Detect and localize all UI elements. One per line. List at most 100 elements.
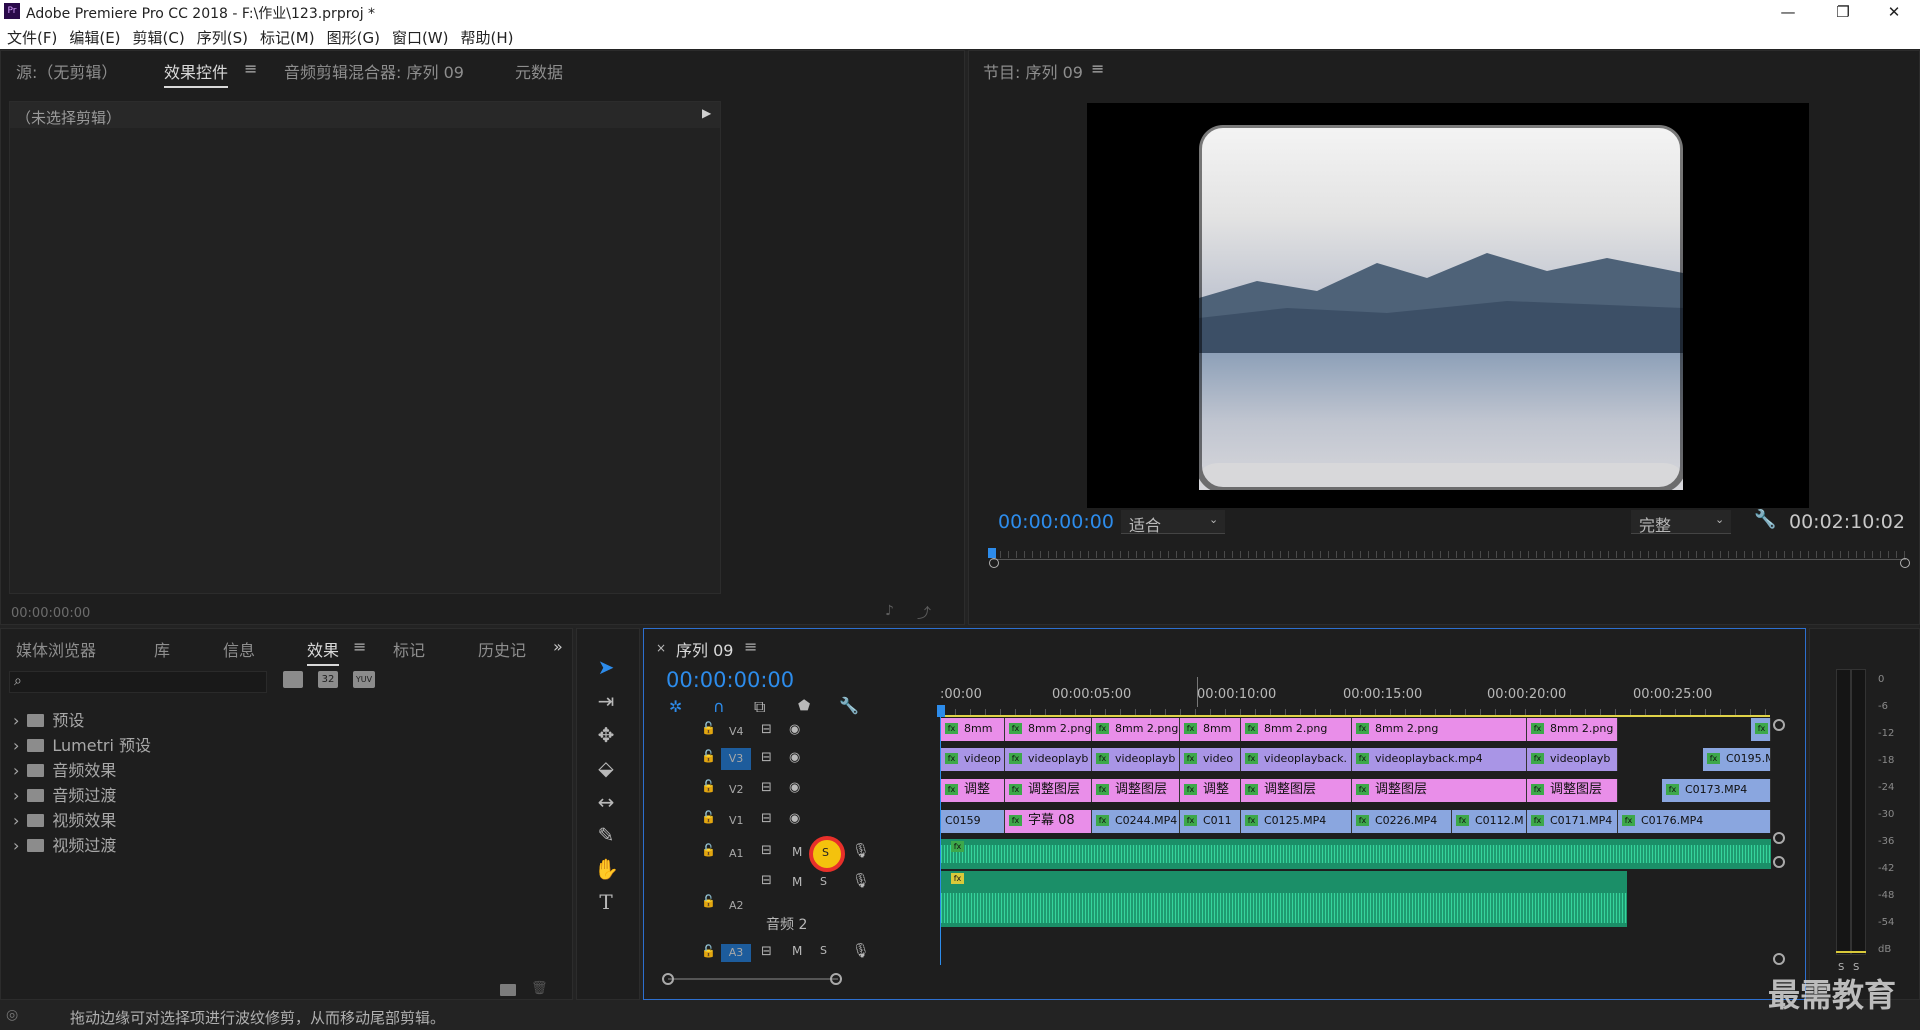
solo-button[interactable]: S [820,875,827,888]
track-label[interactable]: V4 [729,725,744,738]
add-marker-icon[interactable]: ⬟ [798,698,810,714]
type-tool-icon[interactable]: T [594,890,618,914]
scrub-start-handle[interactable] [989,558,999,568]
tab-source[interactable]: 源:（无剪辑） [16,59,117,83]
clip[interactable]: fx C0244.MP4 [1092,810,1180,833]
minimize-button[interactable]: — [1765,0,1811,24]
track-select-tool-icon[interactable]: ⇥ [594,689,618,713]
sync-lock-icon[interactable]: ⊟ [761,750,772,765]
yuv-effects-icon[interactable]: YUV [353,671,375,688]
clip[interactable]: fx 调整图层 [1352,779,1527,802]
voiceover-mic-icon[interactable]: 🎙 [852,843,870,859]
header-zoom-scroll[interactable] [662,972,842,986]
eye-icon[interactable]: ◉ [789,811,800,826]
restore-button[interactable]: ❐ [1820,0,1866,24]
razor-tool-icon[interactable]: ⬙ [594,756,618,780]
eye-icon[interactable]: ◉ [789,780,800,795]
panel-menu-icon[interactable]: ≡ [244,59,257,78]
tab-libraries[interactable]: 库 [154,637,170,661]
track-label[interactable]: V2 [729,783,744,796]
pen-tool-icon[interactable]: ✎ [594,823,618,847]
mute-button[interactable]: M [792,845,802,859]
nest-sequence-icon[interactable]: ✲ [669,697,682,716]
sync-lock-icon[interactable]: ⊟ [761,873,772,888]
tree-item-audio-effects[interactable]: › 音频效果 [13,757,116,781]
sequence-tab[interactable]: 序列 09 [676,637,733,661]
clip[interactable]: fx 调整图层 [1527,779,1618,802]
sync-lock-icon[interactable]: ⊟ [761,780,772,795]
sequence-menu-icon[interactable]: ≡ [744,637,757,656]
clip[interactable]: fx C0171.MP4 [1527,810,1618,833]
sync-lock-icon[interactable]: ⊟ [761,843,772,858]
solo-button[interactable]: S [820,944,827,957]
clip[interactable]: fx C0125.MP4 [1241,810,1352,833]
menu-window[interactable]: 窗口(W) [385,24,454,48]
clip[interactable]: fx 8mm 2.png [1092,718,1180,741]
tree-item-audio-transitions[interactable]: › 音频过渡 [13,782,116,806]
lock-icon[interactable]: 🔓 [701,843,716,857]
eye-icon[interactable]: ◉ [789,722,800,737]
clip[interactable]: fx 调整图层 [1092,779,1180,802]
program-menu-icon[interactable]: ≡ [1091,59,1104,78]
timeline-timecode[interactable]: 00:00:00:00 [666,668,794,692]
menu-sequence[interactable]: 序列(S) [190,24,253,48]
timeline-ruler[interactable]: :00:00 00:00:05:00 00:00:10:00 00:00:15:… [937,677,1770,717]
track-label[interactable]: A1 [729,847,744,860]
lock-icon[interactable]: 🔓 [701,810,716,824]
linked-selection-icon[interactable]: ⧉ [754,697,765,717]
clip[interactable]: fx 字幕 08 [1005,810,1092,833]
track-label[interactable]: A3 [721,944,751,962]
32-bit-effects-icon[interactable]: 32 [318,671,338,688]
menu-graphics[interactable]: 图形(G) [320,24,385,48]
quality-select[interactable]: 完整 ⌄ [1631,510,1731,535]
clip[interactable]: fx C011 [1180,810,1241,833]
playhead-marker[interactable] [937,705,945,717]
menu-edit[interactable]: 编辑(E) [62,24,125,48]
timeline-settings-icon[interactable]: 🔧 [839,696,859,715]
more-tabs-icon[interactable]: » [553,637,563,656]
clip[interactable]: fx video [1180,748,1241,771]
clip[interactable]: fx 调整 [941,779,1005,802]
accelerated-effects-icon[interactable] [283,671,303,688]
delete-icon[interactable]: 🗑 [531,981,548,996]
solo-button[interactable]: S [822,846,829,859]
lock-icon[interactable]: 🔓 [701,894,716,908]
snap-magnet-icon[interactable]: ∩ [713,697,725,716]
scrub-end-handle[interactable] [1900,558,1910,568]
clip[interactable]: fx videop [941,748,1005,771]
tab-info[interactable]: 信息 [223,637,255,661]
tab-media-browser[interactable]: 媒体浏览器 [16,637,96,661]
voiceover-mic-icon[interactable]: 🎙 [852,873,870,889]
eye-icon[interactable]: ◉ [789,750,800,765]
clip[interactable]: fx 调整 [1180,779,1241,802]
close-sequence-icon[interactable]: × [656,641,666,655]
effects-search-input[interactable]: ⌕ [9,671,267,693]
effects-menu-icon[interactable]: ≡ [353,637,366,656]
program-timecode[interactable]: 00:00:00:00 [998,511,1114,533]
sync-lock-icon[interactable]: ⊟ [761,722,772,737]
menu-marker[interactable]: 标记(M) [253,24,320,48]
tab-audio-clip-mixer[interactable]: 音频剪辑混合器: 序列 09 [284,59,464,83]
mute-button[interactable]: M [792,875,802,889]
clip[interactable]: fx videoplayb [1527,748,1618,771]
track-label[interactable]: V3 [721,748,751,770]
clip[interactable]: fx C0226.MP4 [1352,810,1452,833]
ripple-edit-tool-icon[interactable]: ✥ [594,723,618,747]
tree-item-lumetri[interactable]: › Lumetri 预设 [13,732,151,756]
lock-icon[interactable]: 🔓 [701,749,716,763]
menu-clip[interactable]: 剪辑(C) [126,24,190,48]
clip[interactable]: fx videoplayb [1005,748,1092,771]
mute-button[interactable]: M [792,944,802,958]
clip[interactable]: fx 调整图层 [1241,779,1352,802]
clip[interactable]: fx 8mm 2.png [1352,718,1527,741]
track-label[interactable]: V1 [729,814,744,827]
clip[interactable]: fx videoplayback. [1241,748,1352,771]
lock-icon[interactable]: 🔓 [701,944,716,958]
expand-arrow-icon[interactable]: ▶ [702,106,711,120]
clip[interactable]: fx 8mm [941,718,1005,741]
settings-wrench-icon[interactable]: 🔧 [1754,509,1776,530]
clip[interactable]: fx videoplayback.mp4 [1352,748,1527,771]
clip[interactable]: fx 8mm 2.png [1241,718,1352,741]
sync-lock-icon[interactable]: ⊟ [761,811,772,826]
tab-markers[interactable]: 标记 [393,637,425,661]
